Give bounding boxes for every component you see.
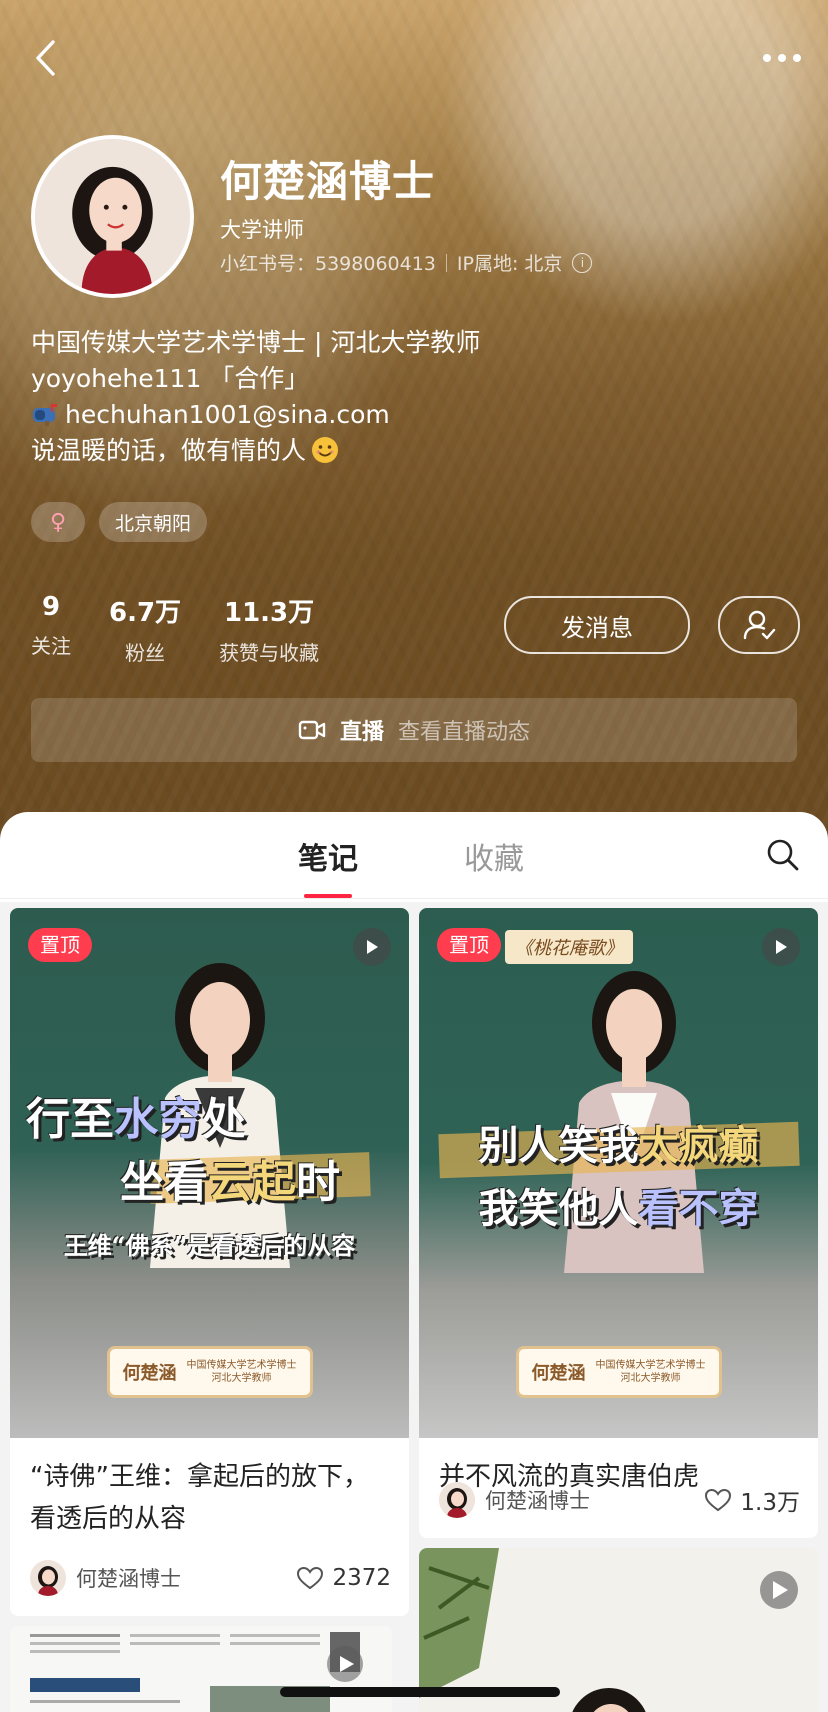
heart-icon (705, 1488, 732, 1512)
stat-label: 获赞与收藏 (219, 641, 320, 665)
home-indicator (280, 1687, 560, 1697)
bio-email[interactable]: hechuhan1001@sina.com (65, 400, 390, 429)
user-check-icon (743, 610, 776, 640)
avatar-image (35, 139, 190, 294)
note-footer: 何楚涵博士 2372 (30, 1560, 391, 1596)
live-label: 直播 (339, 720, 384, 745)
live-bar[interactable]: 直播 查看直播动态 (31, 698, 797, 762)
more-options-button[interactable] (762, 38, 802, 78)
location-tag: 北京朝阳 (99, 502, 208, 542)
note-cover: 置顶 行至水穷处 坐看云起时 王维“佛系”是看透后的从容 何楚涵 中国传媒大学艺… (10, 908, 409, 1438)
bio-line-2: yoyohehe111 「合作」 (31, 364, 310, 393)
tab-notes[interactable]: 笔记 (298, 834, 358, 898)
cover-caption-line-1: 行至水穷处 (26, 1094, 246, 1145)
seal-desc: 中国传媒大学艺术学博士 河北大学教师 (595, 1360, 706, 1384)
author-name[interactable]: 何楚涵博士 (76, 1563, 296, 1593)
note-title: “诗佛”王维：拿起后的放下，看透后的从容 (30, 1462, 369, 1534)
author-avatar[interactable] (439, 1482, 475, 1518)
stat-followers[interactable]: 6.7万 粉丝 (109, 592, 181, 666)
more-dots-icon (763, 54, 801, 62)
author-name[interactable]: 何楚涵博士 (485, 1485, 704, 1515)
bio-line-1: 中国传媒大学艺术学博士 | 河北大学教师 (31, 328, 481, 357)
like-button[interactable]: 2372 (296, 1565, 391, 1591)
tab-collect[interactable]: 收藏 (464, 834, 524, 878)
search-button[interactable] (766, 838, 800, 872)
gender-tag: ♀ (31, 502, 85, 542)
profile-role: 大学讲师 (220, 218, 304, 242)
pinned-badge: 置顶 (437, 928, 501, 962)
heart-icon (297, 1566, 324, 1590)
seal-name: 何楚涵 (122, 1363, 177, 1384)
live-subtitle: 查看直播动态 (398, 720, 531, 745)
like-count: 1.3万 (740, 1490, 800, 1516)
seal-name: 何楚涵 (531, 1363, 586, 1384)
stat-likes-and-collects[interactable]: 11.3万 获赞与收藏 (219, 592, 319, 666)
avatar[interactable] (31, 135, 194, 298)
mailbox-icon (33, 404, 57, 426)
note-footer: 何楚涵博士 1.3万 (439, 1482, 800, 1518)
smile-emoji-icon (312, 437, 339, 463)
stat-number: 11.3万 (223, 598, 315, 628)
content-sheet: 笔记 收藏 置顶 行至水穷处 坐看云起时 王维“佛系”是看透后的从容 何楚涵 中… (0, 812, 828, 1712)
meta-divider (445, 253, 447, 272)
bio-line-3: hechuhan1001@sina.com (31, 397, 480, 433)
note-card[interactable] (10, 1626, 392, 1712)
play-icon (762, 928, 800, 966)
stat-label: 关注 (31, 634, 71, 658)
stat-number: 9 (41, 592, 61, 622)
cover-caption-line-3: 王维“佛系”是看透后的从容 (63, 1231, 356, 1260)
chevron-left-icon (36, 40, 55, 76)
note-cover: 置顶 《桃花庵歌》 别人笑我太疯癫 我笑他人看不穿 何楚涵 中国传媒大学艺术学博… (419, 908, 818, 1438)
profile-bio: 中国传媒大学艺术学博士 | 河北大学教师 yoyohehe111 「合作」 he… (31, 325, 480, 469)
tab-bar: 笔记 收藏 (0, 812, 828, 899)
followed-button[interactable] (718, 596, 800, 654)
author-avatar[interactable] (30, 1560, 66, 1596)
stat-following[interactable]: 9 关注 (31, 592, 71, 666)
bio-motto: 说温暖的话，做有情的人 (31, 436, 307, 465)
like-button[interactable]: 1.3万 (704, 1483, 800, 1517)
send-message-button[interactable]: 发消息 (504, 596, 690, 654)
note-card[interactable]: 置顶 行至水穷处 坐看云起时 王维“佛系”是看透后的从容 何楚涵 中国传媒大学艺… (10, 908, 409, 1616)
bio-line-4: 说温暖的话，做有情的人 (31, 433, 480, 469)
red-id: 小红书号：5398060413 (220, 253, 436, 275)
author-seal-badge: 何楚涵 中国传媒大学艺术学博士 河北大学教师 (106, 1346, 313, 1398)
profile-name: 何楚涵博士 (220, 157, 436, 206)
like-count: 2372 (332, 1565, 391, 1591)
profile-page: 何楚涵博士 大学讲师 小红书号：5398060413 IP属地: 北京 i 中国… (0, 0, 828, 1712)
video-camera-icon (298, 720, 326, 740)
stat-number: 6.7万 (109, 598, 182, 628)
seal-desc: 中国传媒大学艺术学博士 河北大学教师 (186, 1360, 297, 1384)
cover-caption-line-2: 坐看云起时 (120, 1157, 340, 1208)
profile-stats: 9 关注 6.7万 粉丝 11.3万 获赞与收藏 (31, 592, 319, 666)
pinned-badge: 置顶 (28, 928, 92, 962)
notes-feed: 置顶 行至水穷处 坐看云起时 王维“佛系”是看透后的从容 何楚涵 中国传媒大学艺… (0, 902, 828, 1712)
ip-location: IP属地: 北京 (456, 253, 563, 275)
profile-tags: ♀ 北京朝阳 (31, 502, 208, 542)
note-card[interactable]: 置顶 《桃花庵歌》 别人笑我太疯癫 我笑他人看不穿 何楚涵 中国传媒大学艺术学博… (419, 908, 818, 1538)
back-button[interactable] (26, 38, 66, 78)
search-icon (767, 839, 799, 871)
stat-label: 粉丝 (125, 641, 166, 665)
cover-caption-line-1: 别人笑我太疯癫 (478, 1122, 759, 1169)
author-seal-badge: 何楚涵 中国传媒大学艺术学博士 河北大学教师 (515, 1346, 722, 1398)
cover-caption-line-2: 我笑他人看不穿 (478, 1185, 759, 1232)
note-cover-newspaper (10, 1626, 392, 1712)
info-icon[interactable]: i (572, 252, 593, 273)
profile-meta: 小红书号：5398060413 IP属地: 北京 i (220, 249, 593, 276)
play-icon (353, 928, 391, 966)
